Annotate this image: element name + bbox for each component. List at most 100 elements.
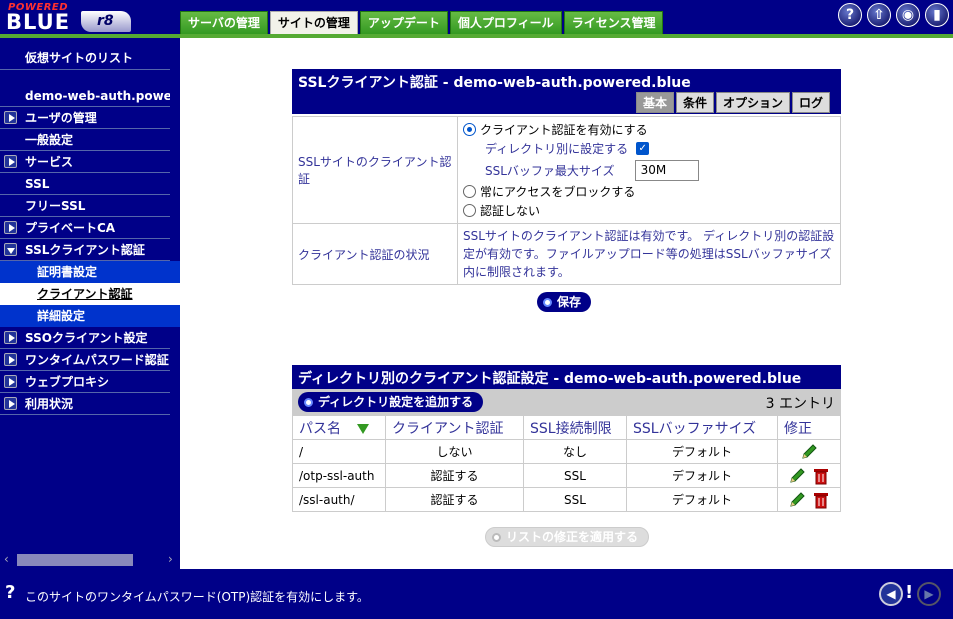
- collapse-arrow-icon: [4, 243, 17, 256]
- scroll-right-icon[interactable]: ›: [168, 552, 173, 566]
- panel-title: ディレクトリ別のクライアント認証設定 - demo-web-auth.power…: [298, 371, 802, 387]
- edit-pencil-icon[interactable]: [789, 467, 805, 485]
- sidebar-item-label: プライベートCA: [25, 221, 116, 235]
- option-enable[interactable]: クライアント認証を有効にする: [463, 120, 835, 139]
- help-icon[interactable]: ?: [838, 3, 862, 27]
- save-button-label: 保存: [557, 295, 582, 309]
- sidebar-item-virtual-sites[interactable]: 仮想サイトのリスト: [0, 46, 170, 70]
- sidebar-subitem-cert-settings[interactable]: 証明書設定: [0, 261, 180, 283]
- auth-status-label: クライアント認証の状況: [292, 223, 458, 285]
- sidebar-subitem-client-auth[interactable]: クライアント認証: [0, 283, 180, 305]
- tab-license-management[interactable]: ライセンス管理: [563, 11, 664, 34]
- option-none[interactable]: 認証しない: [463, 201, 835, 220]
- delete-trash-icon[interactable]: [813, 491, 829, 509]
- button-dot-icon: [492, 532, 501, 542]
- sidebar-item-label: サービス: [25, 155, 74, 169]
- option-buffer-size: SSLバッファ最大サイズ: [463, 158, 835, 182]
- table-row: /otp-ssl-auth 認証する SSL デフォルト: [292, 463, 841, 488]
- back-icon[interactable]: ◀: [879, 582, 903, 606]
- col-path[interactable]: パス名: [292, 415, 386, 440]
- exit-icon[interactable]: ▮: [925, 3, 949, 27]
- sidebar-item-general[interactable]: 一般設定: [0, 129, 170, 151]
- edit-pencil-icon[interactable]: [789, 491, 805, 509]
- row-path: /: [292, 439, 386, 464]
- option-block[interactable]: 常にアクセスをブロックする: [463, 182, 835, 201]
- col-client-auth: クライアント認証: [385, 415, 524, 440]
- sidebar-item-web-proxy[interactable]: ウェブプロキシ: [0, 371, 170, 393]
- ssl-client-auth-label: SSLサイトのクライアント認証: [292, 116, 458, 224]
- sidebar-item-label: ユーザの管理: [25, 111, 97, 125]
- radio-none[interactable]: [463, 204, 476, 217]
- tab-personal-profile[interactable]: 個人プロフィール: [449, 11, 562, 34]
- option-none-label: 認証しない: [480, 204, 541, 218]
- delete-trash-icon[interactable]: [813, 467, 829, 485]
- logo-blue-text: BLUE: [6, 10, 71, 34]
- main-tabs: サーバの管理 サイトの管理 アップデート 個人プロフィール ライセンス管理: [180, 11, 665, 34]
- forward-icon[interactable]: ▶: [917, 582, 941, 606]
- logout-icon[interactable]: ⇧: [867, 3, 891, 27]
- directory-toolbar: ディレクトリ設定を追加する 3 エントリ: [292, 389, 841, 415]
- help-question-icon: ?: [5, 582, 16, 603]
- row-auth: しない: [385, 439, 524, 464]
- subtab-log[interactable]: ログ: [792, 92, 831, 113]
- sidebar-item-private-ca[interactable]: プライベートCA: [0, 217, 170, 239]
- sidebar-item-sso-client[interactable]: SSOクライアント設定: [0, 327, 170, 349]
- scrollbar-thumb[interactable]: [17, 554, 133, 566]
- apply-list-changes-button[interactable]: リストの修正を適用する: [485, 527, 650, 547]
- row-buffer: デフォルト: [626, 463, 778, 488]
- per-directory-checkbox[interactable]: ✓: [636, 142, 650, 155]
- subtab-basic[interactable]: 基本: [636, 92, 675, 113]
- sort-desc-icon[interactable]: [357, 423, 369, 434]
- sidebar-item-label: ワンタイムパスワード認証: [25, 353, 169, 367]
- entry-count: 3 エントリ: [765, 396, 835, 412]
- sidebar-item-ssl-client-auth[interactable]: SSLクライアント認証: [0, 239, 170, 261]
- panel-title: SSLクライアント認証 - demo-web-auth.powered.blue: [298, 75, 691, 91]
- radio-block[interactable]: [463, 185, 476, 198]
- sidebar-item-label: SSOクライアント設定: [25, 331, 148, 345]
- logo-version: r8: [81, 11, 131, 32]
- sidebar-item-services[interactable]: サービス: [0, 151, 170, 173]
- row-buffer: デフォルト: [626, 439, 778, 464]
- table-row: /ssl-auth/ 認証する SSL デフォルト: [292, 487, 841, 512]
- save-button[interactable]: 保存: [537, 292, 592, 312]
- add-directory-button[interactable]: ディレクトリ設定を追加する: [298, 392, 484, 412]
- option-enable-label: クライアント認証を有効にする: [480, 123, 648, 137]
- tab-update[interactable]: アップデート: [359, 11, 448, 34]
- status-bar: ? このサイトのワンタイムパスワード(OTP)認証を有効にします。 ◀ ! ▶: [0, 569, 953, 619]
- sidebar-item-free-ssl[interactable]: フリーSSL: [0, 195, 170, 217]
- subtab-conditions[interactable]: 条件: [676, 92, 715, 113]
- expand-arrow-icon: [4, 375, 17, 388]
- add-directory-label: ディレクトリ設定を追加する: [318, 395, 474, 409]
- header-icons: ? ⇧ ◉ ▮: [838, 3, 949, 27]
- radio-enable[interactable]: [463, 123, 476, 136]
- sidebar-item-ssl[interactable]: SSL: [0, 173, 170, 195]
- top-header: POWERED BLUE r8 サーバの管理 サイトの管理 アップデート 個人プ…: [0, 0, 953, 34]
- row-limit: なし: [523, 439, 627, 464]
- buffer-size-input[interactable]: [634, 159, 699, 181]
- table-header-row: パス名 クライアント認証 SSL接続制限 SSLバッファサイズ 修正: [292, 415, 841, 440]
- option-block-label: 常にアクセスをブロックする: [480, 185, 636, 199]
- row-actions: [777, 463, 841, 488]
- alert-icon[interactable]: !: [905, 582, 913, 603]
- sidebar-item-users[interactable]: ユーザの管理: [0, 107, 170, 129]
- option-per-directory[interactable]: ディレクトリ別に設定する ✓: [463, 139, 835, 158]
- sidebar-item-usage[interactable]: 利用状況: [0, 393, 170, 415]
- sidebar-subitem-detail-settings[interactable]: 詳細設定: [0, 305, 180, 327]
- sidebar-scrollbar[interactable]: ‹ ›: [0, 551, 180, 569]
- subtabs: 基本 条件 オプション ログ: [634, 92, 831, 113]
- sidebar-item-otp-auth[interactable]: ワンタイムパスワード認証: [0, 349, 170, 371]
- subtab-options[interactable]: オプション: [716, 92, 791, 113]
- sidebar-site-name[interactable]: demo-web-auth.powered.blue: [0, 85, 170, 107]
- directory-auth-panel-header: ディレクトリ別のクライアント認証設定 - demo-web-auth.power…: [292, 365, 841, 389]
- tab-server-management[interactable]: サーバの管理: [180, 11, 268, 34]
- status-message: このサイトのワンタイムパスワード(OTP)認証を有効にします。: [25, 590, 369, 604]
- sidebar-item-label: 利用状況: [25, 397, 74, 411]
- row-limit: SSL: [523, 487, 627, 512]
- row-buffer: デフォルト: [626, 487, 778, 512]
- row-limit: SSL: [523, 463, 627, 488]
- scroll-left-icon[interactable]: ‹: [4, 552, 9, 566]
- sidebar-item-label: ウェブプロキシ: [25, 375, 110, 389]
- view-icon[interactable]: ◉: [896, 3, 920, 27]
- edit-pencil-icon[interactable]: [801, 443, 817, 461]
- tab-site-management[interactable]: サイトの管理: [269, 11, 358, 34]
